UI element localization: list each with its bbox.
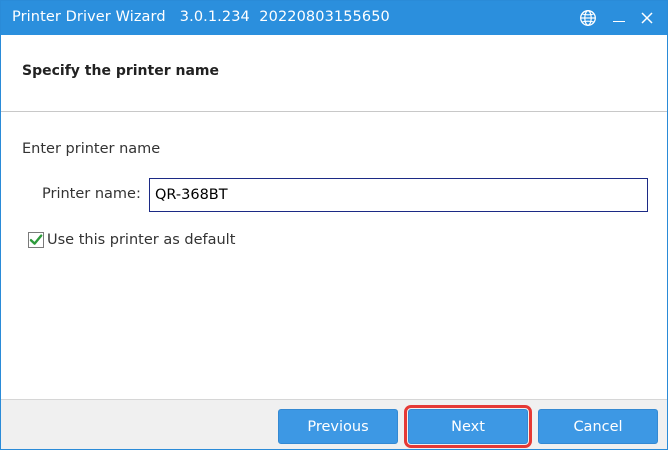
app-version: 3.0.1.234 xyxy=(179,9,250,25)
wizard-header: Specify the printer name xyxy=(1,35,667,112)
globe-icon xyxy=(580,10,596,26)
default-printer-checkbox[interactable] xyxy=(28,232,44,248)
checkmark-icon xyxy=(29,234,43,245)
section-label: Enter printer name xyxy=(22,141,161,157)
language-button[interactable] xyxy=(575,6,601,30)
title-bar[interactable]: Printer Driver Wizard 3.0.1.234 20220803… xyxy=(1,1,667,35)
next-button[interactable]: Next xyxy=(404,405,532,448)
previous-button[interactable]: Previous xyxy=(278,409,398,444)
app-name: Printer Driver Wizard xyxy=(12,9,166,25)
printer-name-input[interactable] xyxy=(149,178,648,212)
printer-name-label: Printer name: xyxy=(42,186,141,202)
minimize-button[interactable] xyxy=(606,6,632,30)
default-printer-label: Use this printer as default xyxy=(47,232,236,248)
page-title: Specify the printer name xyxy=(22,63,219,79)
minimize-icon xyxy=(613,20,625,22)
wizard-content: Enter printer name Printer name: Use thi… xyxy=(1,113,667,399)
close-button[interactable] xyxy=(634,6,660,30)
wizard-window: Printer Driver Wizard 3.0.1.234 20220803… xyxy=(0,0,668,450)
cancel-button[interactable]: Cancel xyxy=(538,409,658,444)
window-title: Printer Driver Wizard 3.0.1.234 20220803… xyxy=(12,9,390,25)
app-build: 20220803155650 xyxy=(259,9,390,25)
wizard-footer: Previous Next Cancel xyxy=(1,399,667,449)
close-icon xyxy=(641,12,653,24)
default-printer-option[interactable]: Use this printer as default xyxy=(28,230,235,250)
